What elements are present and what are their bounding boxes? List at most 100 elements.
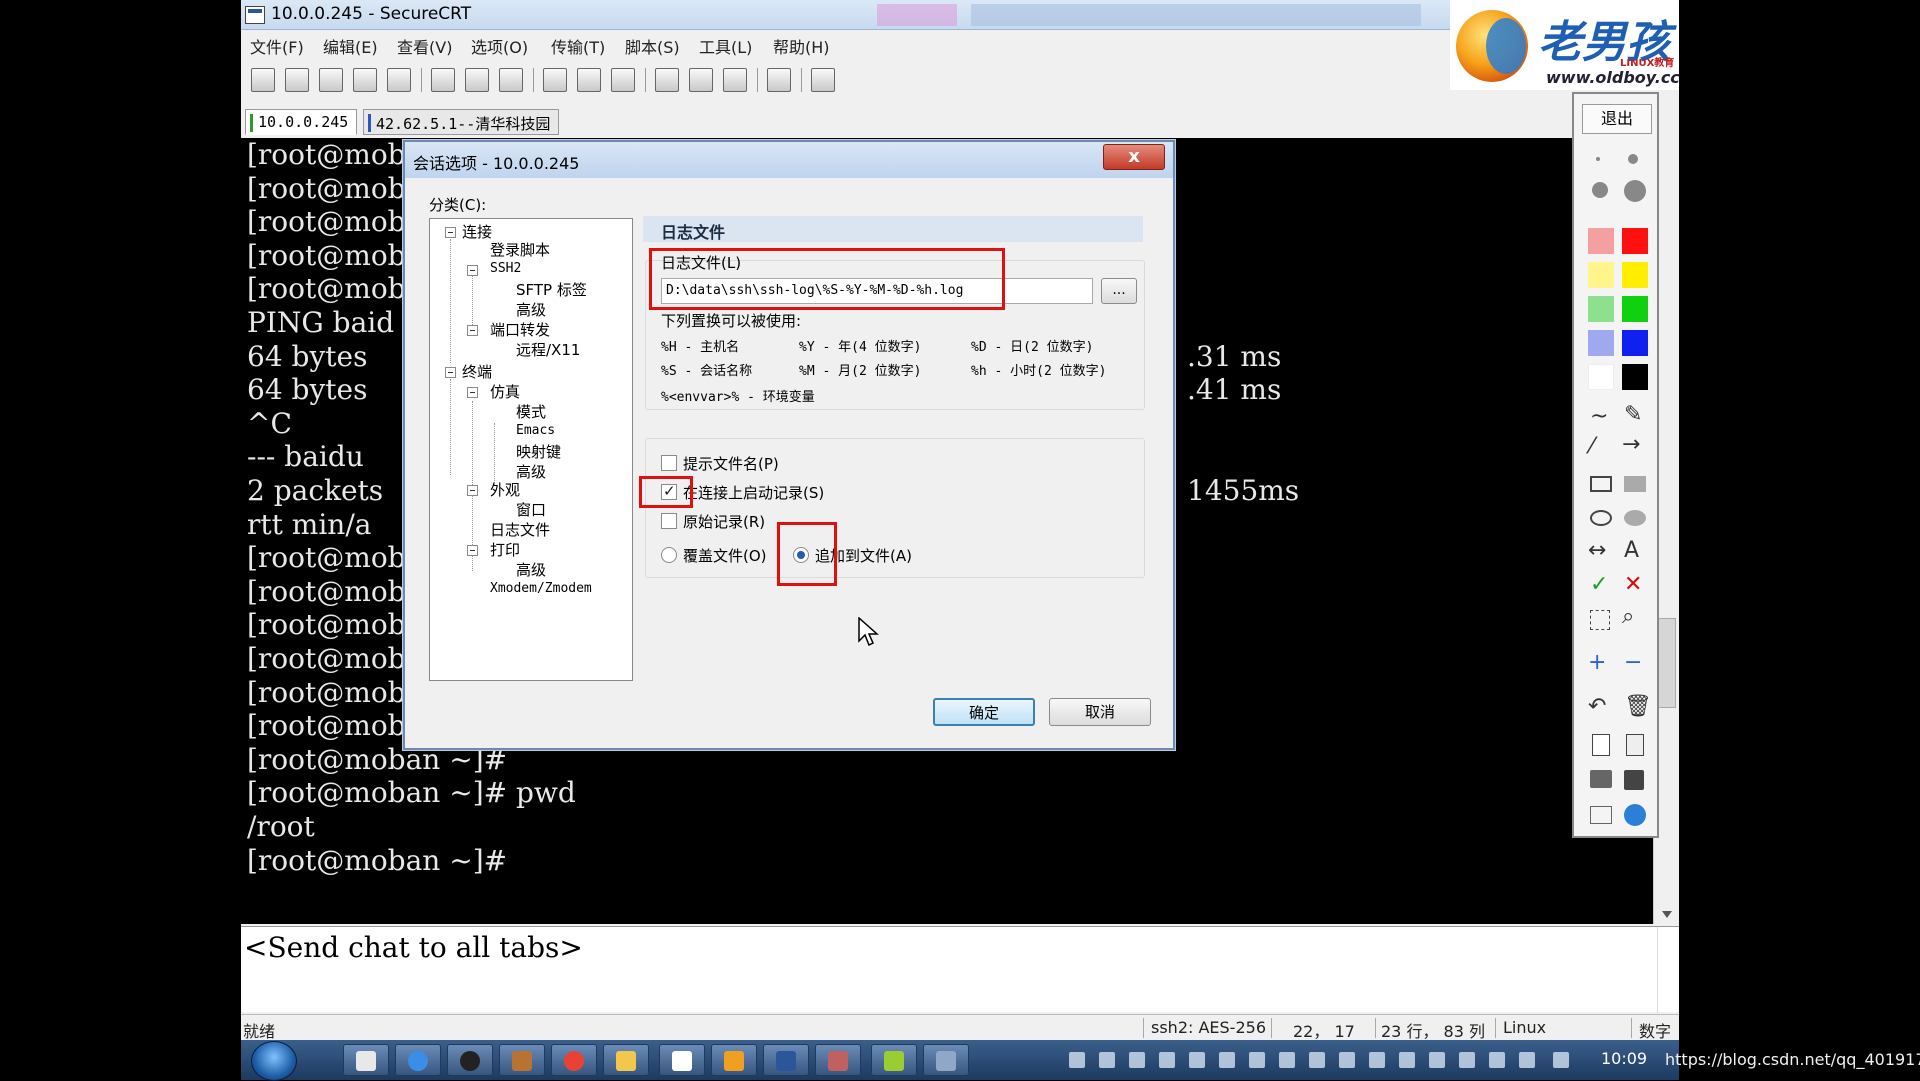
reconnect-icon[interactable]	[353, 68, 377, 92]
color-red[interactable]	[1622, 228, 1648, 254]
color-light-yellow[interactable]	[1588, 262, 1614, 288]
settings-icon[interactable]	[1590, 806, 1612, 824]
tree-mapped-keys[interactable]: 映射键	[516, 441, 561, 462]
print-setup-icon[interactable]	[543, 68, 567, 92]
tree-ssh2[interactable]: SSH2	[490, 261, 521, 276]
color-light-blue[interactable]	[1588, 330, 1614, 356]
tray-icon[interactable]	[1129, 1052, 1145, 1068]
tray-icon[interactable]	[1369, 1052, 1385, 1068]
help-icon[interactable]	[767, 68, 791, 92]
color-green[interactable]	[1622, 296, 1648, 322]
undo-icon[interactable]: ↶	[1588, 694, 1606, 719]
overwrite-file-radio[interactable]	[661, 547, 677, 563]
tab-10-0-0-245[interactable]: 10.0.0.245	[245, 109, 358, 135]
tree-sftp-tab[interactable]: SFTP 标签	[516, 279, 587, 300]
text-icon[interactable]: A	[1624, 538, 1639, 563]
select-region-icon[interactable]	[1590, 610, 1610, 630]
global-options-icon[interactable]	[689, 68, 713, 92]
color-black[interactable]	[1622, 364, 1648, 390]
print-icon[interactable]	[611, 68, 635, 92]
paste-icon[interactable]	[465, 68, 489, 92]
pen-size-medium-icon[interactable]	[1628, 154, 1638, 164]
tree-emacs[interactable]: Emacs	[516, 423, 555, 438]
tree-log-file[interactable]: 日志文件	[490, 519, 550, 540]
session-options-icon[interactable]	[655, 68, 679, 92]
tree-remote-x11[interactable]: 远程/X11	[516, 339, 580, 360]
save-icon[interactable]	[1624, 770, 1644, 790]
cross-icon[interactable]: ✕	[1624, 572, 1642, 597]
tree-terminal[interactable]: 终端	[462, 361, 492, 382]
trash-icon[interactable]: 🗑	[1624, 694, 1652, 719]
taskbar-app5[interactable]	[923, 1044, 969, 1076]
new-page-icon[interactable]	[1592, 734, 1610, 756]
print-palette-icon[interactable]	[1590, 770, 1612, 788]
tree-emulation[interactable]: 仿真	[490, 381, 520, 402]
check-icon[interactable]: ✓	[1590, 572, 1608, 597]
taskbar-app[interactable]	[499, 1044, 545, 1076]
browse-button[interactable]: ...	[1101, 278, 1137, 304]
find-icon[interactable]	[499, 68, 523, 92]
tree-collapse-port-forward[interactable]	[467, 325, 478, 336]
tray-icon[interactable]	[1459, 1052, 1475, 1068]
tree-collapse-connect[interactable]	[445, 227, 456, 238]
filled-ellipse-icon[interactable]	[1624, 510, 1646, 526]
taskbar-clock[interactable]: 10:09	[1601, 1049, 1647, 1068]
menu-script[interactable]: 脚本(S)	[625, 34, 680, 58]
tree-emulation-advanced[interactable]: 高级	[516, 461, 546, 482]
menu-help[interactable]: 帮助(H)	[773, 34, 830, 58]
sftp-icon[interactable]	[811, 68, 835, 92]
connect-icon[interactable]	[251, 68, 275, 92]
taskbar-app2[interactable]	[711, 1044, 757, 1076]
tray-icon[interactable]	[1429, 1052, 1445, 1068]
freehand-icon[interactable]: ~	[1590, 404, 1608, 429]
filled-rectangle-icon[interactable]	[1624, 476, 1646, 492]
tray-icon[interactable]	[1489, 1052, 1505, 1068]
color-light-red[interactable]	[1588, 228, 1614, 254]
tree-print-advanced[interactable]: 高级	[516, 559, 546, 580]
copy-icon[interactable]	[431, 68, 455, 92]
taskbar-securecrt[interactable]	[343, 1044, 389, 1076]
menu-options[interactable]: 选项(O)	[471, 34, 528, 58]
tab-42-62-5-1[interactable]: 42.62.5.1--清华科技园	[363, 109, 560, 135]
network-icon[interactable]	[1519, 1052, 1535, 1068]
tree-collapse-ssh2[interactable]	[467, 265, 478, 276]
prompt-filename-checkbox[interactable]	[661, 455, 677, 471]
ok-button[interactable]: 确定	[933, 698, 1035, 726]
menu-transfer[interactable]: 传输(T)	[551, 34, 605, 58]
tree-collapse-emulation[interactable]	[467, 387, 478, 398]
color-blue[interactable]	[1622, 330, 1648, 356]
color-yellow[interactable]	[1622, 262, 1648, 288]
color-light-green[interactable]	[1588, 296, 1614, 322]
pen-size-xlarge-icon[interactable]	[1624, 180, 1646, 202]
tree-mode[interactable]: 模式	[516, 401, 546, 422]
volume-icon[interactable]	[1553, 1052, 1569, 1068]
tree-collapse-appearance[interactable]	[467, 485, 478, 496]
rectangle-icon[interactable]	[1590, 476, 1612, 492]
tray-icon[interactable]	[1219, 1052, 1235, 1068]
taskbar-app3[interactable]	[815, 1044, 861, 1076]
print-selection-icon[interactable]	[577, 68, 601, 92]
tray-icon[interactable]	[1189, 1052, 1205, 1068]
disconnect-icon[interactable]	[387, 68, 411, 92]
arrow-icon[interactable]: →	[1622, 432, 1640, 457]
tree-appearance[interactable]: 外观	[490, 479, 520, 500]
menu-tools[interactable]: 工具(L)	[699, 34, 752, 58]
taskbar-ie[interactable]	[395, 1044, 441, 1076]
tray-icon[interactable]	[1249, 1052, 1265, 1068]
pen-size-small-icon[interactable]	[1596, 157, 1600, 161]
scroll-down-icon[interactable]	[1662, 911, 1672, 918]
tree-window[interactable]: 窗口	[516, 499, 546, 520]
tray-icon[interactable]	[1399, 1052, 1415, 1068]
scrollbar-thumb[interactable]	[1658, 618, 1676, 708]
menu-edit[interactable]: 编辑(E)	[323, 34, 378, 58]
tree-ssh2-advanced[interactable]: 高级	[516, 299, 546, 320]
menu-view[interactable]: 查看(V)	[397, 34, 452, 58]
minus-icon[interactable]: −	[1624, 650, 1642, 675]
raw-log-checkbox[interactable]	[661, 513, 677, 529]
tree-collapse-print[interactable]	[467, 545, 478, 556]
chat-scrollbar[interactable]	[1657, 927, 1679, 1013]
taskbar-app4[interactable]	[871, 1044, 917, 1076]
tree-connect[interactable]: 连接	[462, 221, 492, 242]
color-white[interactable]	[1588, 364, 1614, 390]
pen-size-large-icon[interactable]	[1592, 182, 1608, 198]
